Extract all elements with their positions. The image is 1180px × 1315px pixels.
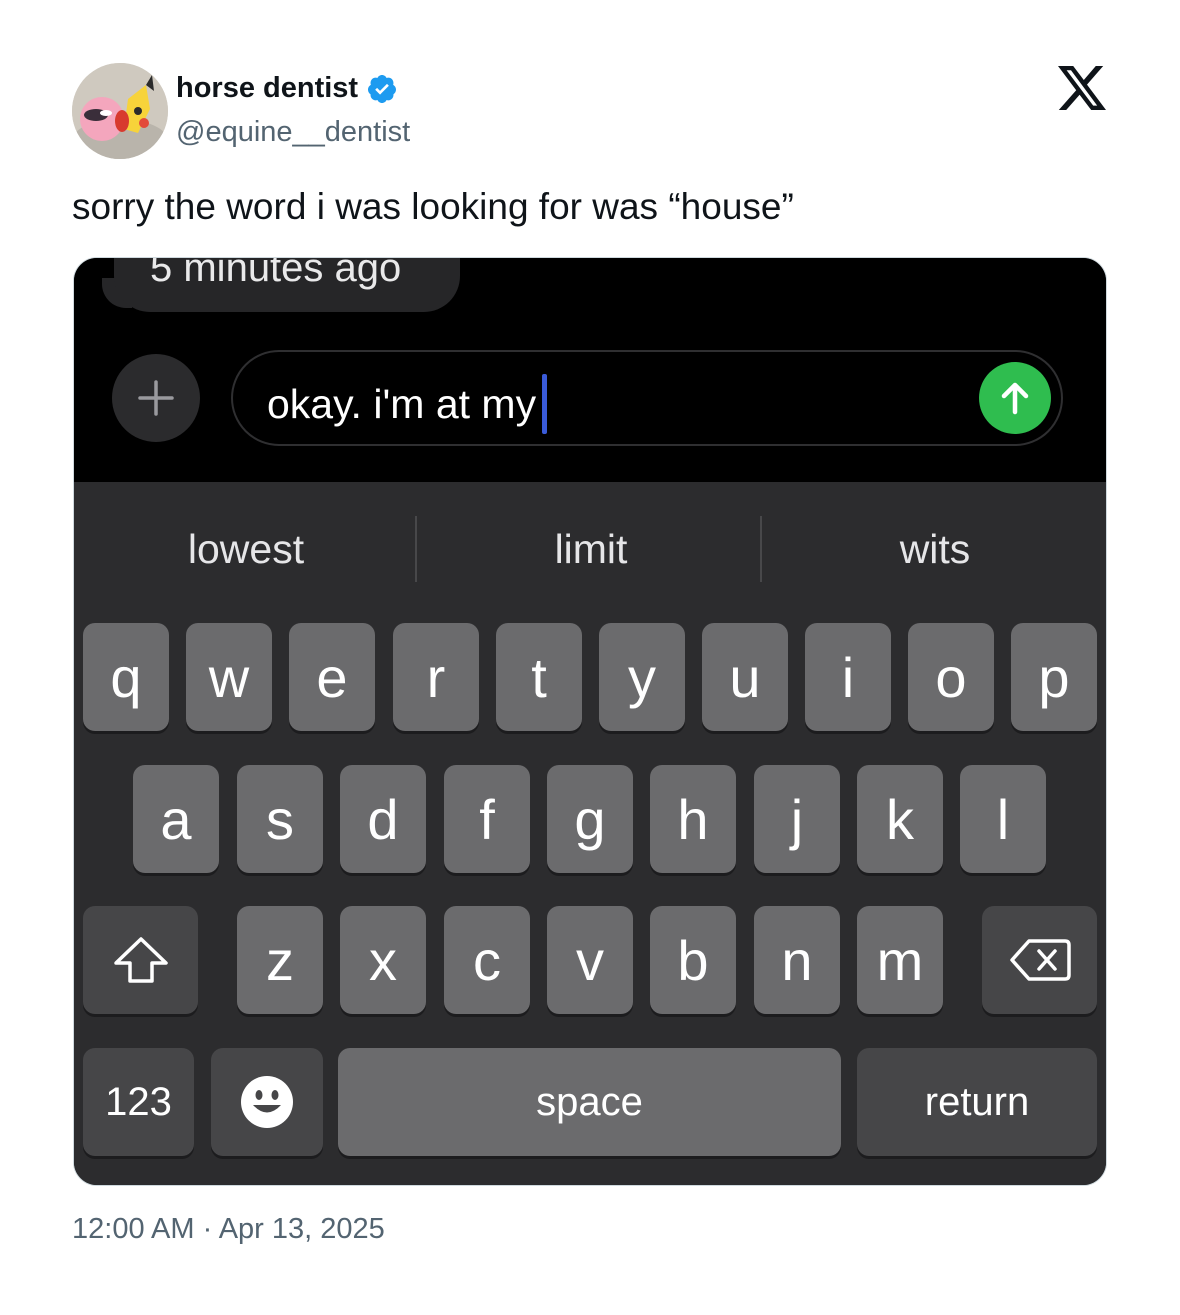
delete-key[interactable] [982,906,1097,1014]
emoji-key[interactable] [211,1048,323,1156]
key-b[interactable]: b [650,906,736,1014]
key-z[interactable]: z [237,906,323,1014]
message-input-text: okay. i'm at my [267,380,537,427]
key-t[interactable]: t [496,623,582,731]
key-p[interactable]: p [1011,623,1097,731]
key-l[interactable]: l [960,765,1046,873]
suggestion-divider [760,516,762,582]
key-j[interactable]: j [754,765,840,873]
plus-icon [138,380,174,416]
plus-button[interactable] [112,354,200,442]
message-input[interactable]: okay. i'm at my [231,350,1063,446]
key-v[interactable]: v [547,906,633,1014]
key-c[interactable]: c [444,906,530,1014]
author-handle[interactable]: @equine__dentist [176,116,410,149]
avatar[interactable] [72,63,168,159]
key-y[interactable]: y [599,623,685,731]
shift-key[interactable] [83,906,198,1014]
key-f[interactable]: f [444,765,530,873]
key-m[interactable]: m [857,906,943,1014]
key-q[interactable]: q [83,623,169,731]
suggestion-2[interactable]: limit [426,526,756,573]
space-key[interactable]: space [338,1048,841,1156]
tweet-text: sorry the word i was looking for was “ho… [72,186,794,227]
suggestion-1[interactable]: lowest [81,526,411,573]
return-key[interactable]: return [857,1048,1097,1156]
verified-badge-icon [368,74,397,103]
key-x[interactable]: x [340,906,426,1014]
key-i[interactable]: i [805,623,891,731]
key-h[interactable]: h [650,765,736,873]
key-g[interactable]: g [547,765,633,873]
key-e[interactable]: e [289,623,375,731]
arrow-up-icon [1001,382,1029,415]
key-o[interactable]: o [908,623,994,731]
chat-area: 5 minutes ago okay. i'm at my [74,258,1106,482]
numbers-key[interactable]: 123 [83,1048,194,1156]
previous-message-time: 5 minutes ago [150,257,402,290]
key-r[interactable]: r [393,623,479,731]
key-d[interactable]: d [340,765,426,873]
shift-icon [113,937,168,983]
tweet-timestamp[interactable]: 12:00 AM · Apr 13, 2025 [72,1213,385,1246]
key-k[interactable]: k [857,765,943,873]
suggestion-divider [415,516,417,582]
key-n[interactable]: n [754,906,840,1014]
send-button[interactable] [979,362,1051,434]
suggestion-3[interactable]: wits [770,526,1100,573]
key-w[interactable]: w [186,623,272,731]
backspace-icon [1009,939,1071,981]
key-s[interactable]: s [237,765,323,873]
text-caret [542,374,548,434]
emoji-icon [241,1076,293,1128]
tweet-media-screenshot[interactable]: 5 minutes ago okay. i'm at my lowest lim… [73,257,1107,1186]
key-a[interactable]: a [133,765,219,873]
author-name-row[interactable]: horse dentist [176,72,398,105]
x-logo-icon[interactable] [1058,66,1106,110]
key-u[interactable]: u [702,623,788,731]
author-name[interactable]: horse dentist [176,72,358,105]
